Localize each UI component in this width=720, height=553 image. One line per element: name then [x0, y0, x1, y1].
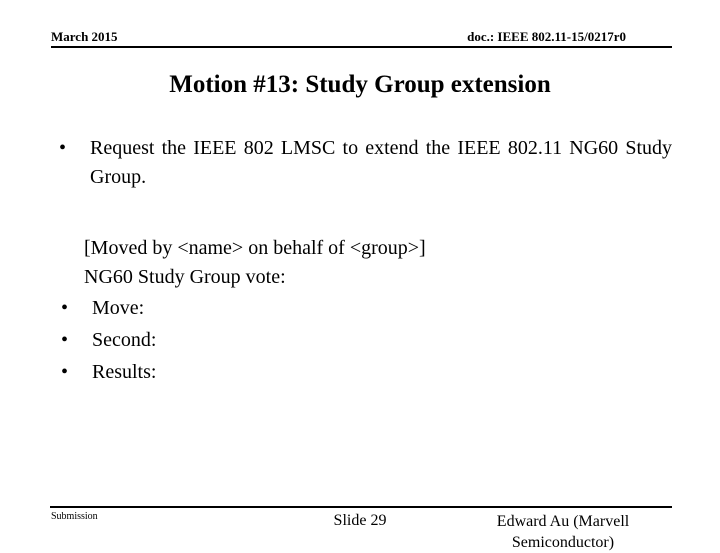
vote-item-label: Second: [92, 329, 157, 351]
page-title: Motion #13: Study Group extension [169, 71, 551, 98]
slide-body: • Request the IEEE 802 LMSC to extend th… [52, 134, 672, 388]
footer-divider [50, 506, 672, 508]
vote-item-results: • Results: [52, 356, 672, 388]
footer-author: Edward Au (Marvell Semiconductor) [452, 511, 674, 553]
footer-slide-number: Slide 29 [333, 512, 387, 529]
motion-request-text: Request the IEEE 802 LMSC to extend the … [90, 137, 672, 188]
slide-canvas: March 2015 doc.: IEEE 802.11-15/0217r0 M… [0, 0, 720, 551]
motion-bullet-item: • Request the IEEE 802 LMSC to extend th… [52, 134, 672, 192]
motion-bullet-text-block: • Request the IEEE 802 LMSC to extend th… [52, 134, 672, 192]
footer-submission-label: Submission [51, 511, 98, 522]
bullet-dot-icon: • [61, 297, 69, 319]
vote-item-label: Move: [92, 297, 145, 319]
bullet-dot-icon: • [61, 329, 69, 351]
bullet-dot-icon: • [59, 137, 67, 159]
moved-by-line: [Moved by <name> on behalf of <group>] [84, 237, 426, 259]
bullet-dot-icon: • [61, 361, 69, 383]
header-date: March 2015 [51, 29, 118, 44]
vote-item-second: • Second: [52, 324, 672, 356]
footer-author-line1: Edward Au (Marvell [496, 513, 630, 530]
header-divider [51, 46, 672, 48]
vote-item-move: • Move: [52, 292, 672, 324]
footer-author-line2: Semiconductor) [511, 534, 615, 551]
vote-item-label: Results: [92, 361, 157, 383]
header-document-number: doc.: IEEE 802.11-15/0217r0 [467, 29, 626, 44]
vote-header-line: NG60 Study Group vote: [84, 266, 286, 288]
